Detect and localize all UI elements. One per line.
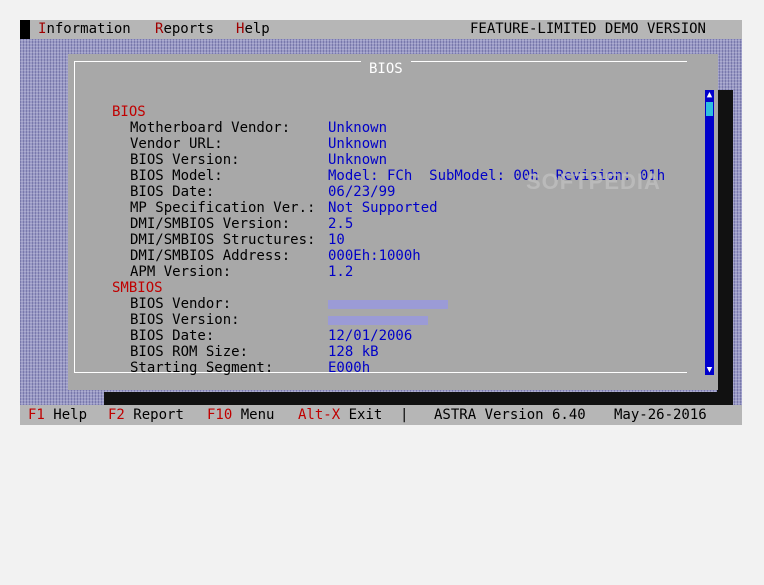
window-shadow-right <box>717 90 733 410</box>
menu-bar: Information Reports Help FEATURE-LIMITED… <box>20 20 742 39</box>
version-label: ASTRA Version 6.40 <box>434 407 586 423</box>
redacted-value <box>328 296 448 313</box>
menu-bar-lead <box>20 20 30 39</box>
f1-help-hint[interactable]: F1 Help <box>28 405 87 425</box>
window-title: BIOS <box>361 61 411 77</box>
altx-exit-hint[interactable]: Alt-X Exit <box>298 405 382 425</box>
menu-reports[interactable]: Reports <box>155 20 214 39</box>
scroll-down-arrow-icon[interactable]: ▼ <box>705 365 714 375</box>
bios-window: BIOS ▲ ▼ BIOS Motherboard Vendor: Unknown… <box>68 54 718 390</box>
dos-screen: Information Reports Help FEATURE-LIMITED… <box>20 20 742 425</box>
demo-version-label: FEATURE-LIMITED DEMO VERSION <box>469 21 706 37</box>
status-bar: F1 Help F2 Report F10 Menu Alt-X Exit | … <box>20 405 742 425</box>
f10-menu-hint[interactable]: F10 Menu <box>207 405 274 425</box>
watermark-logo: SOFTPEDIA <box>526 169 661 194</box>
pixelated-block <box>328 316 428 325</box>
menu-help[interactable]: Help <box>236 20 270 39</box>
date-label: May-26-2016 <box>614 407 707 423</box>
f2-report-hint[interactable]: F2 Report <box>108 405 184 425</box>
scroll-up-arrow-icon[interactable]: ▲ <box>705 90 714 100</box>
menu-information[interactable]: Information <box>38 20 131 39</box>
vertical-scrollbar[interactable]: ▲ ▼ <box>705 90 714 375</box>
redacted-value <box>328 312 428 329</box>
status-separator: | <box>400 407 409 423</box>
pixelated-block <box>328 300 448 309</box>
scroll-thumb[interactable] <box>706 102 713 116</box>
